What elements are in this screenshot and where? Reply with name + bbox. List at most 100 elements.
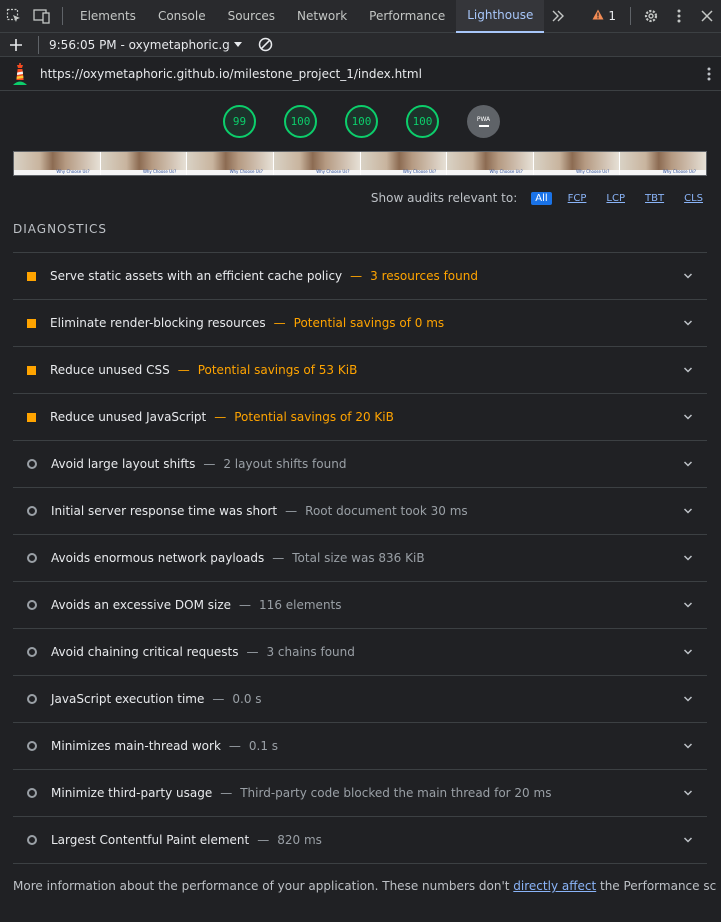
more-tabs-icon[interactable] — [544, 0, 572, 33]
audit-title: Reduce unused CSS — [50, 363, 170, 377]
devtools-tabbar: Elements Console Sources Network Perform… — [0, 0, 721, 33]
tab-console[interactable]: Console — [147, 0, 217, 33]
filter-cls[interactable]: CLS — [680, 192, 707, 205]
diagnostics-heading: DIAGNOSTICS — [13, 222, 107, 236]
audit-title: Reduce unused JavaScript — [50, 410, 207, 424]
filmstrip-frame: Why Choose Us? — [620, 152, 706, 175]
best-practices-gauge[interactable]: 100 — [345, 104, 378, 138]
diagnostics-list: Serve static assets with an efficient ca… — [13, 252, 707, 864]
warning-count: 1 — [608, 9, 616, 23]
chevron-down-icon[interactable] — [683, 788, 693, 798]
audit-detail: 0.1 s — [248, 739, 279, 753]
info-circle-icon — [27, 506, 37, 516]
device-toolbar-icon[interactable] — [28, 0, 56, 33]
audit-row[interactable]: Largest Contentful Paint element — 820 ms — [13, 817, 707, 864]
report-selector[interactable]: 9:56:05 PM - oxymetaphoric.g — [49, 38, 242, 52]
filter-tbt[interactable]: TBT — [641, 192, 668, 205]
audit-row[interactable]: Serve static assets with an efficient ca… — [13, 253, 707, 300]
directly-affect-link[interactable]: directly affect — [513, 879, 596, 893]
chevron-down-icon[interactable] — [683, 365, 693, 375]
filter-lcp[interactable]: LCP — [602, 192, 629, 205]
audit-row[interactable]: Avoids enormous network payloads — Total s… — [13, 535, 707, 582]
tab-network[interactable]: Network — [286, 0, 358, 33]
metric-filter-label: Show audits relevant to: — [370, 191, 518, 205]
clear-reports-button[interactable] — [258, 37, 273, 52]
audit-title: Serve static assets with an efficient ca… — [50, 269, 343, 283]
filter-fcp[interactable]: FCP — [564, 192, 591, 205]
chevron-down-icon[interactable] — [683, 412, 693, 422]
inspect-icon[interactable] — [0, 0, 28, 33]
performance-gauge[interactable]: 99 — [223, 104, 256, 138]
audit-row[interactable]: Avoids an excessive DOM size — 116 element… — [13, 582, 707, 629]
scrollbar[interactable] — [717, 91, 721, 922]
frame-caption: Why Choose Us? — [576, 169, 610, 174]
audit-row[interactable]: Minimizes main-thread work — 0.1 s — [13, 723, 707, 770]
audit-dash: — — [212, 692, 225, 706]
new-report-button[interactable] — [0, 33, 32, 57]
audit-row[interactable]: Avoid large layout shifts — 2 layout shift… — [13, 441, 707, 488]
chevron-down-icon[interactable] — [683, 553, 693, 563]
kebab-menu-icon[interactable] — [665, 0, 693, 33]
audit-row[interactable]: Reduce unused CSS — Potential savings of 5… — [13, 347, 707, 394]
seo-gauge[interactable]: 100 — [406, 104, 439, 138]
pwa-label: PWA — [476, 115, 491, 123]
chevron-down-icon[interactable] — [683, 741, 693, 751]
warnings-counter[interactable]: 1 — [584, 9, 624, 23]
audit-row[interactable]: Initial server response time was short — R… — [13, 488, 707, 535]
diagnostics-footer-note: More information about the performance o… — [13, 879, 721, 893]
chevron-down-icon[interactable] — [683, 506, 693, 516]
dropdown-arrow-icon — [233, 41, 242, 47]
chevron-down-icon[interactable] — [683, 459, 693, 469]
chevron-down-icon[interactable] — [683, 318, 693, 328]
chevron-down-icon[interactable] — [683, 694, 693, 704]
audit-detail: Potential savings of 20 KiB — [234, 410, 394, 424]
audit-row[interactable]: Eliminate render-blocking resources — Pote… — [13, 300, 707, 347]
audit-detail: Potential savings of 0 ms — [293, 316, 445, 330]
info-circle-icon — [27, 600, 37, 610]
info-circle-icon — [27, 647, 37, 657]
accessibility-gauge[interactable]: 100 — [284, 104, 317, 138]
lighthouse-logo-icon — [0, 57, 40, 91]
tab-elements[interactable]: Elements — [69, 0, 147, 33]
audit-row[interactable]: Avoid chaining critical requests — 3 chain… — [13, 629, 707, 676]
chevron-down-icon[interactable] — [683, 835, 693, 845]
audit-detail: Third-party code blocked the main thread… — [240, 786, 552, 800]
audit-detail: 0.0 s — [232, 692, 262, 706]
audit-dash: — — [214, 410, 227, 424]
tab-performance[interactable]: Performance — [358, 0, 456, 33]
pwa-dash-icon — [478, 124, 489, 127]
pwa-badge[interactable]: PWA — [467, 104, 500, 138]
info-circle-icon — [27, 835, 37, 845]
audit-detail: 116 elements — [259, 598, 342, 612]
info-circle-icon — [27, 459, 37, 469]
frame-caption: Why Choose Us? — [229, 169, 263, 174]
warning-square-icon — [27, 318, 36, 328]
report-menu-icon[interactable] — [697, 67, 721, 81]
audit-dash: — — [239, 598, 252, 612]
settings-icon[interactable] — [637, 0, 665, 33]
audit-row[interactable]: Reduce unused JavaScript — Potential savin… — [13, 394, 707, 441]
chevron-down-icon[interactable] — [683, 271, 693, 281]
report-url[interactable]: https://oxymetaphoric.github.io/mileston… — [40, 67, 422, 81]
audit-title: Avoid large layout shifts — [51, 457, 196, 471]
filter-all[interactable]: All — [531, 191, 552, 205]
chevron-down-icon[interactable] — [683, 647, 693, 657]
audit-detail: 3 resources found — [370, 269, 478, 283]
filmstrip-frame: Why Choose Us? — [360, 152, 447, 175]
info-circle-icon — [27, 553, 37, 563]
warning-icon — [592, 9, 604, 23]
audit-row[interactable]: Minimize third-party usage — Third-party c… — [13, 770, 707, 817]
frame-caption: Why Choose Us? — [402, 169, 437, 174]
tab-sources[interactable]: Sources — [217, 0, 286, 33]
warning-square-icon — [27, 412, 36, 422]
audit-dash: — — [246, 645, 259, 659]
close-icon[interactable] — [693, 0, 721, 33]
filmstrip-frame: Why Choose Us? — [100, 152, 187, 175]
audit-row[interactable]: JavaScript execution time — 0.0 s — [13, 676, 707, 723]
chevron-down-icon[interactable] — [683, 600, 693, 610]
plus-icon — [10, 38, 22, 51]
frame-caption: Why Choose Us? — [662, 169, 696, 174]
tab-lighthouse[interactable]: Lighthouse — [456, 0, 545, 33]
metric-filter: Show audits relevant to: All FCP LCP TBT… — [0, 186, 707, 210]
audit-dash: — — [220, 786, 233, 800]
